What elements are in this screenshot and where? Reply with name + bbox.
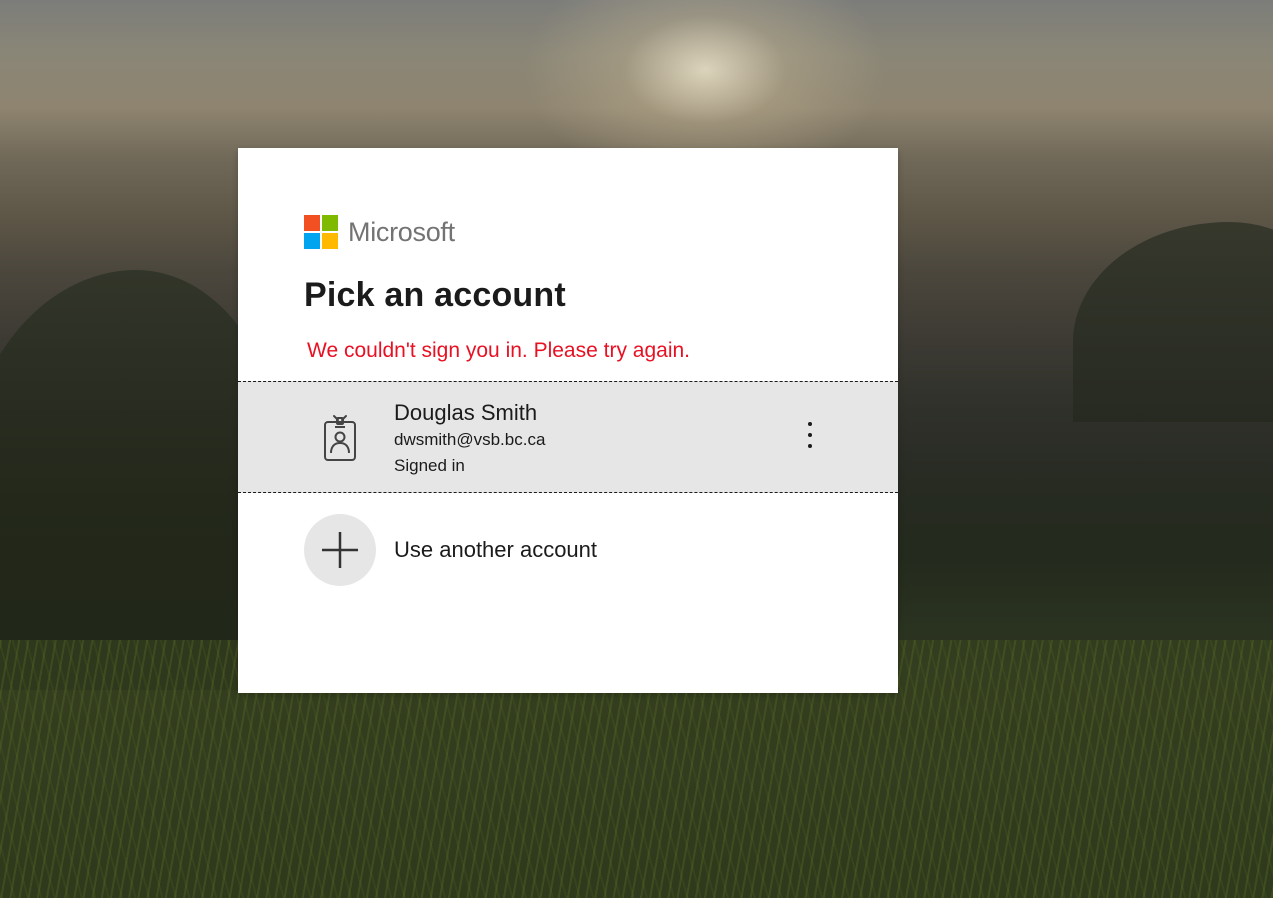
plus-icon — [304, 514, 376, 586]
error-message: We couldn't sign you in. Please try agai… — [307, 339, 691, 362]
account-status: Signed in — [394, 456, 465, 475]
account-name: Douglas Smith — [394, 400, 538, 425]
more-options-button[interactable] — [794, 420, 826, 458]
more-options-icon — [808, 422, 812, 448]
microsoft-logo: Microsoft — [304, 214, 455, 250]
account-email: dwsmith@vsb.bc.ca — [394, 430, 546, 449]
logo-text: Microsoft — [348, 216, 455, 247]
logo-square-blue — [304, 233, 320, 249]
logo-square-green — [322, 215, 338, 231]
use-another-account-label: Use another account — [394, 537, 598, 562]
logo-square-red — [304, 215, 320, 231]
use-another-account-button[interactable]: Use another account — [238, 510, 898, 588]
microsoft-logo-icon — [304, 215, 338, 249]
account-picker-card: Microsoft Pick an account We couldn't si… — [238, 148, 898, 693]
account-tile-douglas-smith[interactable]: Douglas Smith dwsmith@vsb.bc.ca Signed i… — [238, 381, 898, 493]
page-title: Pick an account — [304, 276, 566, 314]
work-badge-icon — [322, 410, 358, 462]
logo-square-yellow — [322, 233, 338, 249]
